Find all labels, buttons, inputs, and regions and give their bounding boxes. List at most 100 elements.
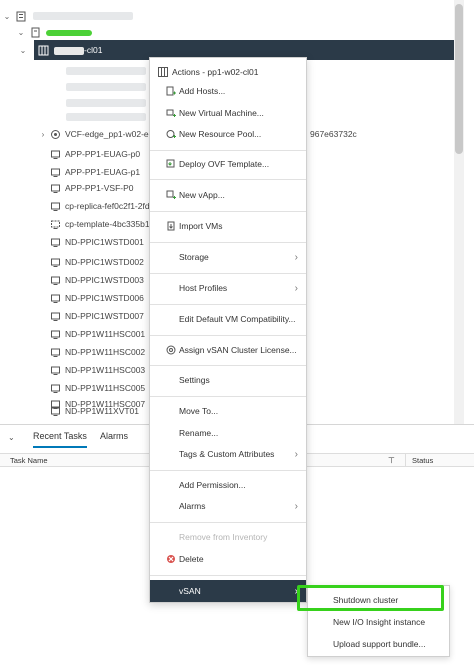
- menu-item-label: Host Profiles: [179, 283, 228, 293]
- menu-item-assign-license[interactable]: Assign vSAN Cluster License...: [150, 340, 306, 360]
- chevron-right-icon: ›: [294, 282, 298, 294]
- tab-alarms[interactable]: Alarms: [100, 431, 128, 446]
- menu-item-import-vms[interactable]: Import VMs: [150, 216, 306, 236]
- column-task-name[interactable]: Task Name: [10, 456, 48, 465]
- scrollbar-thumb[interactable]: [455, 4, 463, 154]
- menu-item-label: New Virtual Machine...: [179, 108, 264, 118]
- menu-divider: [150, 242, 306, 243]
- vm-template-icon: [50, 219, 61, 230]
- menu-item-label: New Resource Pool...: [179, 129, 262, 139]
- menu-item-label: New vApp...: [179, 190, 225, 200]
- submenu-item-label: Shutdown cluster: [333, 595, 399, 605]
- menu-divider: [150, 335, 306, 336]
- menu-divider: [150, 365, 306, 366]
- menu-item-label: Assign vSAN Cluster License...: [179, 345, 297, 355]
- menu-item-delete[interactable]: Delete: [150, 549, 306, 569]
- menu-item-new-resource-pool[interactable]: New Resource Pool...: [150, 124, 306, 144]
- new-vm-icon: [166, 108, 176, 118]
- chevron-right-icon: ›: [294, 500, 298, 512]
- menu-item-add-permission[interactable]: Add Permission...: [150, 475, 306, 495]
- tree-row-label: ND-PP1W11HSC001: [65, 329, 146, 339]
- tree-row-label: cp-replica-fef0c2f1-2fd6: [65, 201, 155, 211]
- expand-icon[interactable]: ⌄: [2, 12, 12, 21]
- menu-item-label: Remove from Inventory: [179, 532, 268, 542]
- chevron-right-icon[interactable]: ›: [38, 130, 48, 139]
- filter-icon[interactable]: ⊤: [388, 456, 395, 465]
- submenu-item-new-io-insight[interactable]: New I/O Insight instance: [308, 612, 449, 632]
- column-separator: [405, 454, 406, 467]
- menu-divider: [150, 396, 306, 397]
- tree-row-label: cp-template-4bc335b1-: [65, 219, 153, 229]
- menu-item-tags[interactable]: Tags & Custom Attributes ›: [150, 444, 306, 464]
- vcenter-name-redacted: [33, 12, 133, 22]
- menu-divider: [150, 211, 306, 212]
- menu-item-label: Deploy OVF Template...: [179, 159, 270, 169]
- tab-recent-tasks[interactable]: Recent Tasks: [33, 431, 87, 448]
- vm-icon: [50, 149, 61, 160]
- vm-icon: [50, 237, 61, 248]
- menu-item-host-profiles[interactable]: Host Profiles ›: [150, 278, 306, 298]
- deploy-ovf-icon: [166, 159, 176, 169]
- expand-icon[interactable]: ⌄: [16, 28, 26, 37]
- vm-icon: [50, 406, 61, 417]
- tree-row-label: ND-PPIC1WSTD003: [65, 275, 144, 285]
- tree-row-label: APP-PP1-EUAG-p1: [65, 167, 141, 177]
- datacenter-name-tag: [46, 28, 92, 38]
- chevron-right-icon: ›: [294, 448, 298, 460]
- menu-item-label: Tags & Custom Attributes: [179, 449, 275, 459]
- vm-icon: [50, 293, 61, 304]
- tree-scrollbar[interactable]: [454, 0, 464, 424]
- menu-item-label: Storage: [179, 252, 209, 262]
- submenu-item-label: Upload support bundle...: [333, 639, 426, 649]
- vm-icon: [50, 347, 61, 358]
- tree-row-label: ND-PPIC1WSTD006: [65, 293, 144, 303]
- menu-item-label: Edit Default VM Compatibility...: [179, 314, 296, 324]
- submenu-item-upload-support-bundle[interactable]: Upload support bundle...: [308, 634, 449, 654]
- menu-item-add-hosts[interactable]: Add Hosts...: [150, 81, 306, 101]
- menu-divider: [150, 150, 306, 151]
- menu-item-storage[interactable]: Storage ›: [150, 247, 306, 267]
- menu-divider: [150, 179, 306, 180]
- vm-icon: [50, 257, 61, 268]
- menu-item-label: Settings: [179, 375, 210, 385]
- tree-row-datacenter[interactable]: ⌄: [0, 22, 460, 42]
- menu-item-label: vSAN: [179, 586, 201, 596]
- tree-row-label: ND-PPIC1WSTD007: [65, 311, 144, 321]
- menu-item-deploy-ovf[interactable]: Deploy OVF Template...: [150, 154, 306, 174]
- menu-item-label: Alarms: [179, 501, 206, 511]
- submenu-item-label: New I/O Insight instance: [333, 617, 426, 627]
- tree-row-label: APP-PP1-VSF-P0: [65, 183, 134, 193]
- new-resource-pool-icon: [166, 129, 176, 139]
- menu-divider: [150, 470, 306, 471]
- tree-row-label: APP-PP1-EUAG-p0: [65, 149, 141, 159]
- menu-item-edit-vm-compatibility[interactable]: Edit Default VM Compatibility...: [150, 309, 306, 329]
- vm-icon: [50, 183, 61, 194]
- menu-item-settings[interactable]: Settings: [150, 370, 306, 390]
- tree-row-label: ND-PPIC1WSTD002: [65, 257, 144, 267]
- chevron-down-icon[interactable]: ⌄: [8, 433, 15, 442]
- menu-item-vsan[interactable]: vSAN ›: [150, 580, 306, 602]
- expand-icon[interactable]: ⌄: [18, 46, 28, 55]
- vcenter-icon: [16, 11, 27, 22]
- vm-icon: [50, 311, 61, 322]
- menu-item-alarms[interactable]: Alarms ›: [150, 496, 306, 516]
- resource-pool-icon: [50, 129, 61, 140]
- column-status[interactable]: Status: [412, 456, 433, 465]
- cluster-label: -cl01: [54, 45, 102, 55]
- menu-item-label: Add Permission...: [179, 480, 246, 490]
- chevron-right-icon: ›: [294, 585, 298, 597]
- menu-item-label: Import VMs: [179, 221, 223, 231]
- menu-item-new-vm[interactable]: New Virtual Machine...: [150, 103, 306, 123]
- context-menu-title: Actions - pp1-w02-cl01: [172, 67, 259, 77]
- menu-item-new-vapp[interactable]: New vApp...: [150, 185, 306, 205]
- license-icon: [166, 345, 176, 355]
- import-vms-icon: [166, 221, 176, 231]
- submenu-item-shutdown-cluster[interactable]: Shutdown cluster: [308, 590, 449, 610]
- cluster-icon: [38, 45, 49, 56]
- vm-icon: [50, 167, 61, 178]
- menu-item-move-to[interactable]: Move To...: [150, 401, 306, 421]
- menu-item-label: Move To...: [179, 406, 219, 416]
- menu-item-rename[interactable]: Rename...: [150, 423, 306, 443]
- datacenter-icon: [30, 27, 41, 38]
- tree-row-label: ND-PP1W11HSC002: [65, 347, 146, 357]
